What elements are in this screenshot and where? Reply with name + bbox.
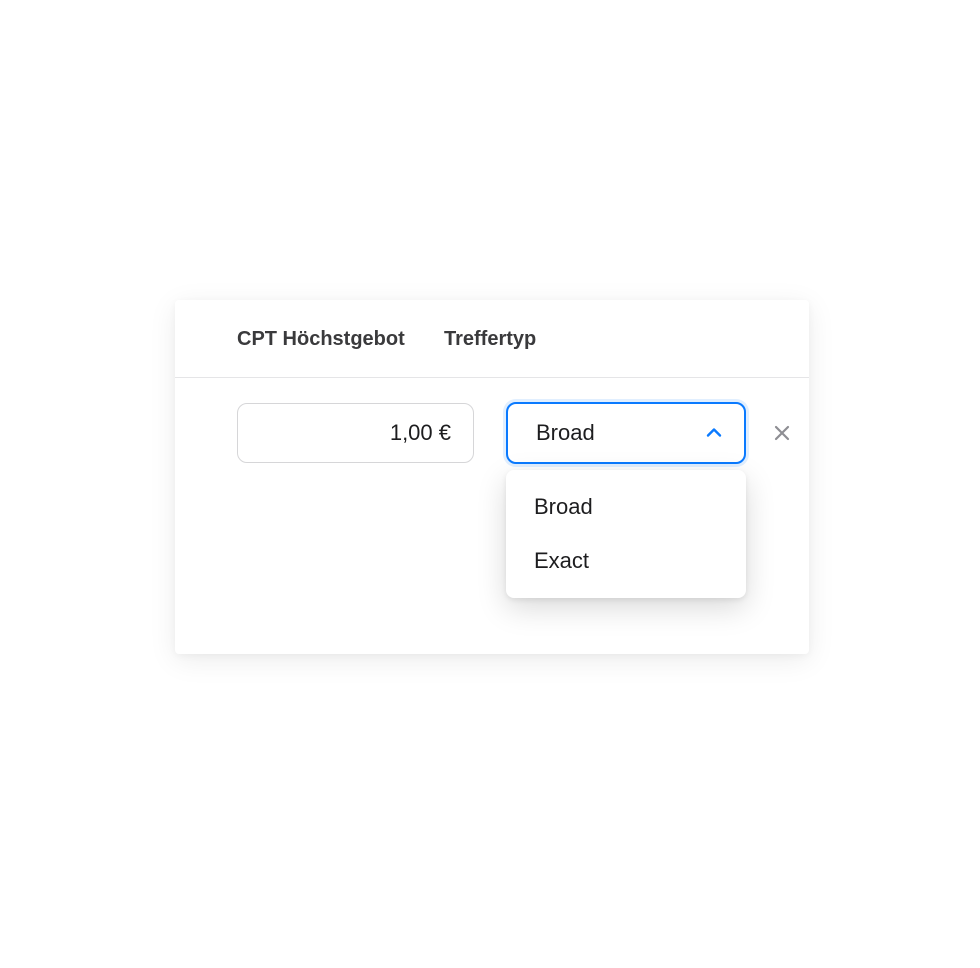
column-header-matchtype: Treffertyp xyxy=(444,328,536,351)
table-header-row: CPT Höchstgebot Treffertyp xyxy=(175,300,809,378)
matchtype-dropdown: Broad Exact xyxy=(506,470,746,598)
settings-panel: CPT Höchstgebot Treffertyp Broad Broad E… xyxy=(175,300,809,654)
matchtype-select-trigger[interactable]: Broad xyxy=(506,402,746,464)
remove-row-button[interactable] xyxy=(768,419,796,447)
table-row: Broad Broad Exact xyxy=(175,378,809,464)
matchtype-selected-value: Broad xyxy=(536,420,595,446)
matchtype-option-broad[interactable]: Broad xyxy=(506,480,746,534)
matchtype-option-exact[interactable]: Exact xyxy=(506,534,746,588)
column-header-bid: CPT Höchstgebot xyxy=(175,328,444,351)
matchtype-select: Broad Broad Exact xyxy=(506,402,746,464)
bid-input[interactable] xyxy=(237,403,474,463)
chevron-up-icon xyxy=(704,423,724,443)
close-icon xyxy=(772,423,792,443)
